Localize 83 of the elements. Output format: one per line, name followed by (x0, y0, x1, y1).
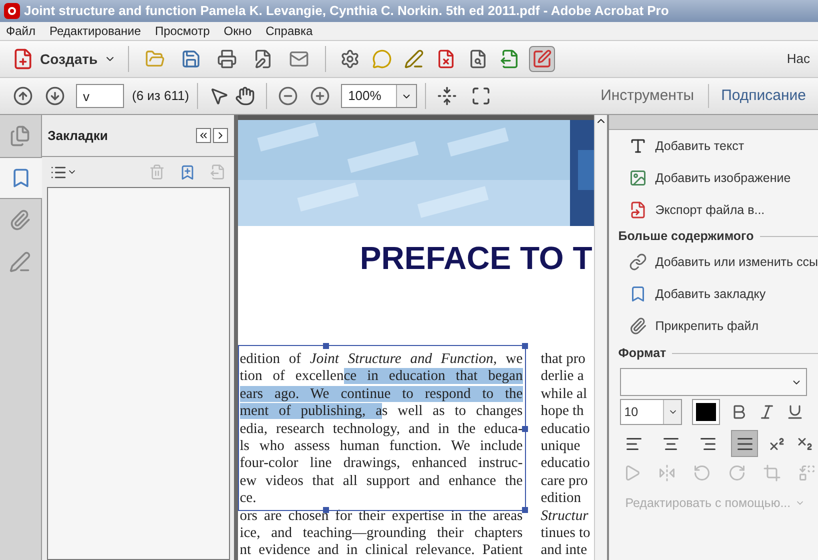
image-icon (629, 169, 648, 187)
document-text-line: while al (540, 386, 588, 404)
create-button[interactable]: Создать (8, 45, 120, 73)
document-text-line: tion of excellence in education that began (240, 368, 523, 386)
document-text-line: and inte (540, 542, 588, 560)
edit-icon (532, 49, 552, 69)
document-text-line: derlie a (540, 368, 585, 386)
document-text-line: ls who assess human function. We include (240, 438, 523, 456)
document-text-line: Structur (540, 508, 590, 526)
section-title: Формат (618, 344, 666, 362)
page-number-field[interactable]: v (76, 84, 124, 108)
document-text-line: nt evidence and in clinical relevance. Patient (240, 542, 523, 560)
pdf-icon (4, 3, 20, 19)
task-item[interactable]: Экспорт файла в... (609, 194, 818, 226)
document-text-line: that pro (540, 351, 586, 368)
document-export-icon (500, 49, 520, 69)
zoom-dropdown[interactable]: 100% (341, 84, 418, 108)
window-title: Joint structure and function Pamela K. Levangie, Cynthia C. Norkin. 5th ed 2011.pdf - Adobe Acrobat Pro (24, 2, 669, 20)
full-screen-icon (471, 86, 492, 106)
menu-item[interactable]: Окно (224, 22, 252, 40)
print-icon (216, 49, 237, 69)
comment-icon (372, 49, 392, 69)
zoom-in-icon (310, 86, 330, 106)
document-text-line: hope th (540, 403, 585, 421)
page-count: (6 из 611) (132, 87, 190, 106)
settings-icon (340, 49, 360, 69)
edit-document-icon (252, 49, 273, 69)
document-text-line: care pro (540, 472, 589, 490)
document-text-line: edia, research technology, and in the educa- (240, 420, 523, 438)
color-swatch[interactable] (692, 399, 720, 425)
document-text-line: four-color line drawings, enhanced instruc- (240, 455, 523, 473)
document-text-line: ment of publishing, as well as to changes (240, 403, 523, 421)
pages-icon (9, 125, 32, 147)
pen-icon (404, 49, 424, 69)
menu-item[interactable]: Файл (6, 22, 36, 40)
zoom-out-icon (278, 86, 298, 106)
cursor-icon (209, 86, 230, 106)
menu-item[interactable]: Просмотр (154, 22, 210, 40)
toolbar-text: Нас (786, 50, 810, 68)
collapse-button[interactable] (196, 128, 211, 143)
document-text-line: edition (540, 490, 582, 508)
document-text-line: edition of Joint Structure and Function, we (240, 351, 523, 368)
text-icon (629, 137, 648, 155)
signature-icon (9, 251, 32, 273)
task-item[interactable]: Добавить или изменить ссы (609, 246, 818, 278)
section-title: Больше содержимого (618, 228, 754, 245)
side-tab[interactable] (0, 157, 42, 199)
document-text-line: tinues to (540, 525, 590, 542)
document-text-line: ors are chosen for their expertise in the areas (240, 508, 523, 526)
panel-title: Закладки (48, 126, 109, 145)
sign-tab[interactable]: Подписание (719, 84, 808, 108)
alignment-button[interactable] (731, 430, 758, 457)
double-chevron-icon (198, 130, 209, 141)
page-heading: PREFACE TO T (360, 239, 594, 278)
expand-button[interactable] (212, 128, 228, 143)
document-export-icon (629, 201, 648, 219)
tools-tab[interactable]: Инструменты (596, 84, 698, 108)
task-item[interactable]: Добавить закладку (609, 278, 818, 310)
paperclip-icon (629, 317, 648, 335)
save-icon (180, 49, 201, 69)
task-item[interactable]: Прикрепить файл (609, 310, 818, 342)
document-delete-icon (436, 49, 456, 69)
underline-icon[interactable] (786, 403, 804, 421)
font-size-dropdown[interactable]: 10 (620, 399, 682, 425)
document-search-icon (468, 49, 488, 69)
document-text-line: ce. (240, 490, 258, 508)
mail-icon (288, 49, 309, 69)
menu-item[interactable]: Редактирование (50, 22, 141, 40)
scrollbar[interactable] (594, 115, 608, 560)
document-text-line: ew videos that all support and enhance the (240, 472, 523, 490)
create-document-icon (12, 48, 34, 70)
paperclip-icon (9, 209, 32, 231)
task-item[interactable]: Добавить текст (609, 130, 818, 162)
document-text-line: educatio (540, 455, 590, 473)
hand-icon (235, 86, 256, 106)
folder-icon (144, 49, 165, 69)
document-text-line: unique (540, 438, 582, 456)
document-text-line: educatio (540, 420, 590, 438)
link-icon (629, 253, 648, 271)
menu-item[interactable]: Справка (266, 22, 313, 40)
edit-button[interactable] (528, 46, 555, 72)
document-text-line: ice, and teaching—grounding their chapters (240, 525, 523, 542)
task-item[interactable]: Добавить изображение (609, 162, 818, 194)
